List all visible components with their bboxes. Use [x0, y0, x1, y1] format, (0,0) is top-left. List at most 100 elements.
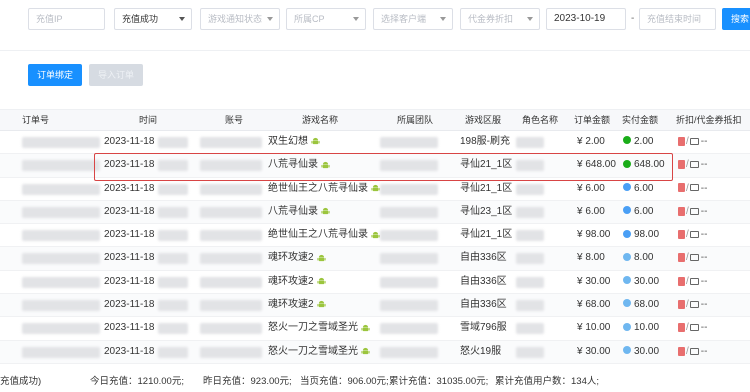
table-row: 2023-11-18 怒火一刀之雪域圣光 怒火19服 ¥ 30.00 30.00 / --	[0, 340, 750, 364]
redacted-cell	[516, 346, 544, 358]
discount-icon[interactable]	[678, 136, 685, 146]
redacted-cell	[22, 276, 100, 288]
notify-status-placeholder: 游戏通知状态	[208, 14, 263, 24]
summary-footer: 充值成功) 今日充值：1210.00元; 昨日充值：923.00元; 当页充值：…	[0, 374, 750, 392]
redacted-cell	[22, 300, 100, 312]
redacted-cell	[516, 206, 544, 218]
cell-server: 雪域796服	[460, 322, 507, 334]
cell-actions: / --	[678, 178, 707, 200]
cell-date: 2023-11-18	[104, 229, 155, 241]
voucher-icon[interactable]	[689, 254, 699, 262]
cell-server: 198服-刷充	[460, 136, 511, 147]
import-order-button[interactable]: 导入订单	[89, 64, 143, 86]
cell-game-cell: 魂环攻速2	[268, 271, 326, 293]
table-row: 2023-11-18 魂环攻速2 自由336区 ¥ 8.00 8.00 / --	[0, 247, 750, 271]
alipay-icon	[623, 182, 631, 191]
discount-icon[interactable]	[678, 230, 685, 240]
discount-icon[interactable]	[678, 206, 685, 216]
col-server: 游戏区服	[465, 115, 502, 125]
notify-status-select[interactable]: 游戏通知状态	[200, 8, 280, 30]
cell-actions: / --	[678, 247, 707, 269]
redacted-cell	[380, 323, 438, 335]
voucher-select[interactable]: 代金券折扣	[460, 8, 540, 30]
alipay-icon	[623, 299, 631, 308]
redacted-cell	[200, 230, 262, 242]
bind-order-button[interactable]: 订单绑定	[28, 64, 82, 86]
col-order-no: 订单号	[22, 115, 50, 125]
cell-date: 2023-11-18	[104, 275, 155, 287]
alipay-icon	[623, 229, 631, 238]
redacted-cell	[200, 300, 262, 312]
cell-server: 自由336区	[460, 275, 507, 287]
redacted-cell	[22, 346, 100, 358]
cell-date: 2023-11-18	[104, 252, 155, 264]
redacted-cell	[380, 230, 438, 242]
empty-value: --	[700, 275, 708, 287]
start-date-input[interactable]: 2023-10-19	[546, 8, 626, 30]
redacted-cell	[380, 183, 438, 195]
table-row: 2023-11-18 双生幻想 198服-刷充 ¥ 2.00 2.00 / --	[0, 131, 750, 155]
redacted-cell	[516, 137, 544, 148]
empty-value: --	[700, 229, 708, 241]
cell-paid: 98.00	[634, 229, 660, 241]
voucher-icon[interactable]	[689, 137, 699, 145]
customer-select[interactable]: 选择客户端	[373, 8, 453, 30]
voucher-icon[interactable]	[689, 207, 699, 215]
redacted-cell	[200, 323, 262, 335]
redacted-cell	[158, 253, 188, 265]
cell-paid-cell: 8.00	[623, 247, 653, 269]
redacted-cell	[158, 183, 188, 195]
empty-value: --	[700, 159, 708, 171]
redacted-cell	[22, 323, 100, 335]
cell-amount: ¥ 8.00	[577, 252, 605, 264]
discount-icon[interactable]	[678, 183, 685, 193]
status-select[interactable]: 充值成功	[114, 8, 192, 30]
redacted-cell	[516, 300, 544, 312]
voucher-icon[interactable]	[689, 324, 699, 332]
cell-amount: ¥ 68.00	[577, 299, 611, 311]
customer-placeholder: 选择客户端	[381, 14, 427, 24]
col-team: 所属团队	[397, 115, 434, 125]
end-date-input[interactable]: 充值结束时间	[639, 8, 716, 30]
cell-paid: 2.00	[634, 136, 654, 147]
discount-icon[interactable]	[678, 346, 685, 356]
redacted-cell	[200, 183, 262, 195]
cell-game: 八荒寻仙录	[268, 205, 318, 217]
redacted-cell	[200, 206, 262, 218]
redacted-cell	[516, 276, 544, 288]
col-discount: 折扣/代金券抵扣	[676, 115, 742, 125]
discount-icon[interactable]	[678, 299, 685, 309]
col-game: 游戏名称	[302, 115, 339, 125]
search-button[interactable]: 搜索	[722, 8, 750, 30]
col-amount: 订单金额	[574, 115, 611, 125]
voucher-icon[interactable]	[689, 277, 699, 285]
discount-icon[interactable]	[678, 323, 685, 333]
cell-game: 魂环攻速2	[268, 252, 314, 264]
cell-date: 2023-11-18	[104, 136, 155, 147]
cell-game-cell: 魂环攻速2	[268, 294, 326, 316]
cell-paid: 30.00	[634, 345, 660, 357]
voucher-icon[interactable]	[689, 161, 699, 169]
voucher-icon[interactable]	[689, 300, 699, 308]
discount-icon[interactable]	[678, 276, 685, 286]
cell-actions: / --	[678, 201, 707, 223]
empty-value: --	[700, 205, 708, 217]
voucher-icon[interactable]	[689, 184, 699, 192]
cell-actions: / --	[678, 317, 707, 339]
voucher-icon[interactable]	[689, 231, 699, 239]
cp-select[interactable]: 所属CP	[286, 8, 366, 30]
cell-date: 2023-11-18	[104, 322, 155, 334]
discount-icon[interactable]	[678, 160, 685, 170]
chevron-down-icon	[267, 17, 273, 21]
cell-paid: 30.00	[634, 275, 660, 287]
ip-input[interactable]: 充值IP	[28, 8, 105, 30]
voucher-icon[interactable]	[689, 347, 699, 355]
cell-paid-cell: 30.00	[623, 341, 659, 363]
cell-paid: 6.00	[634, 182, 654, 194]
cell-game-cell: 魂环攻速2	[268, 247, 326, 269]
slash-separator: /	[686, 299, 689, 311]
slash-separator: /	[686, 275, 689, 287]
alipay-icon	[623, 206, 631, 215]
redacted-cell	[200, 137, 262, 148]
discount-icon[interactable]	[678, 253, 685, 263]
